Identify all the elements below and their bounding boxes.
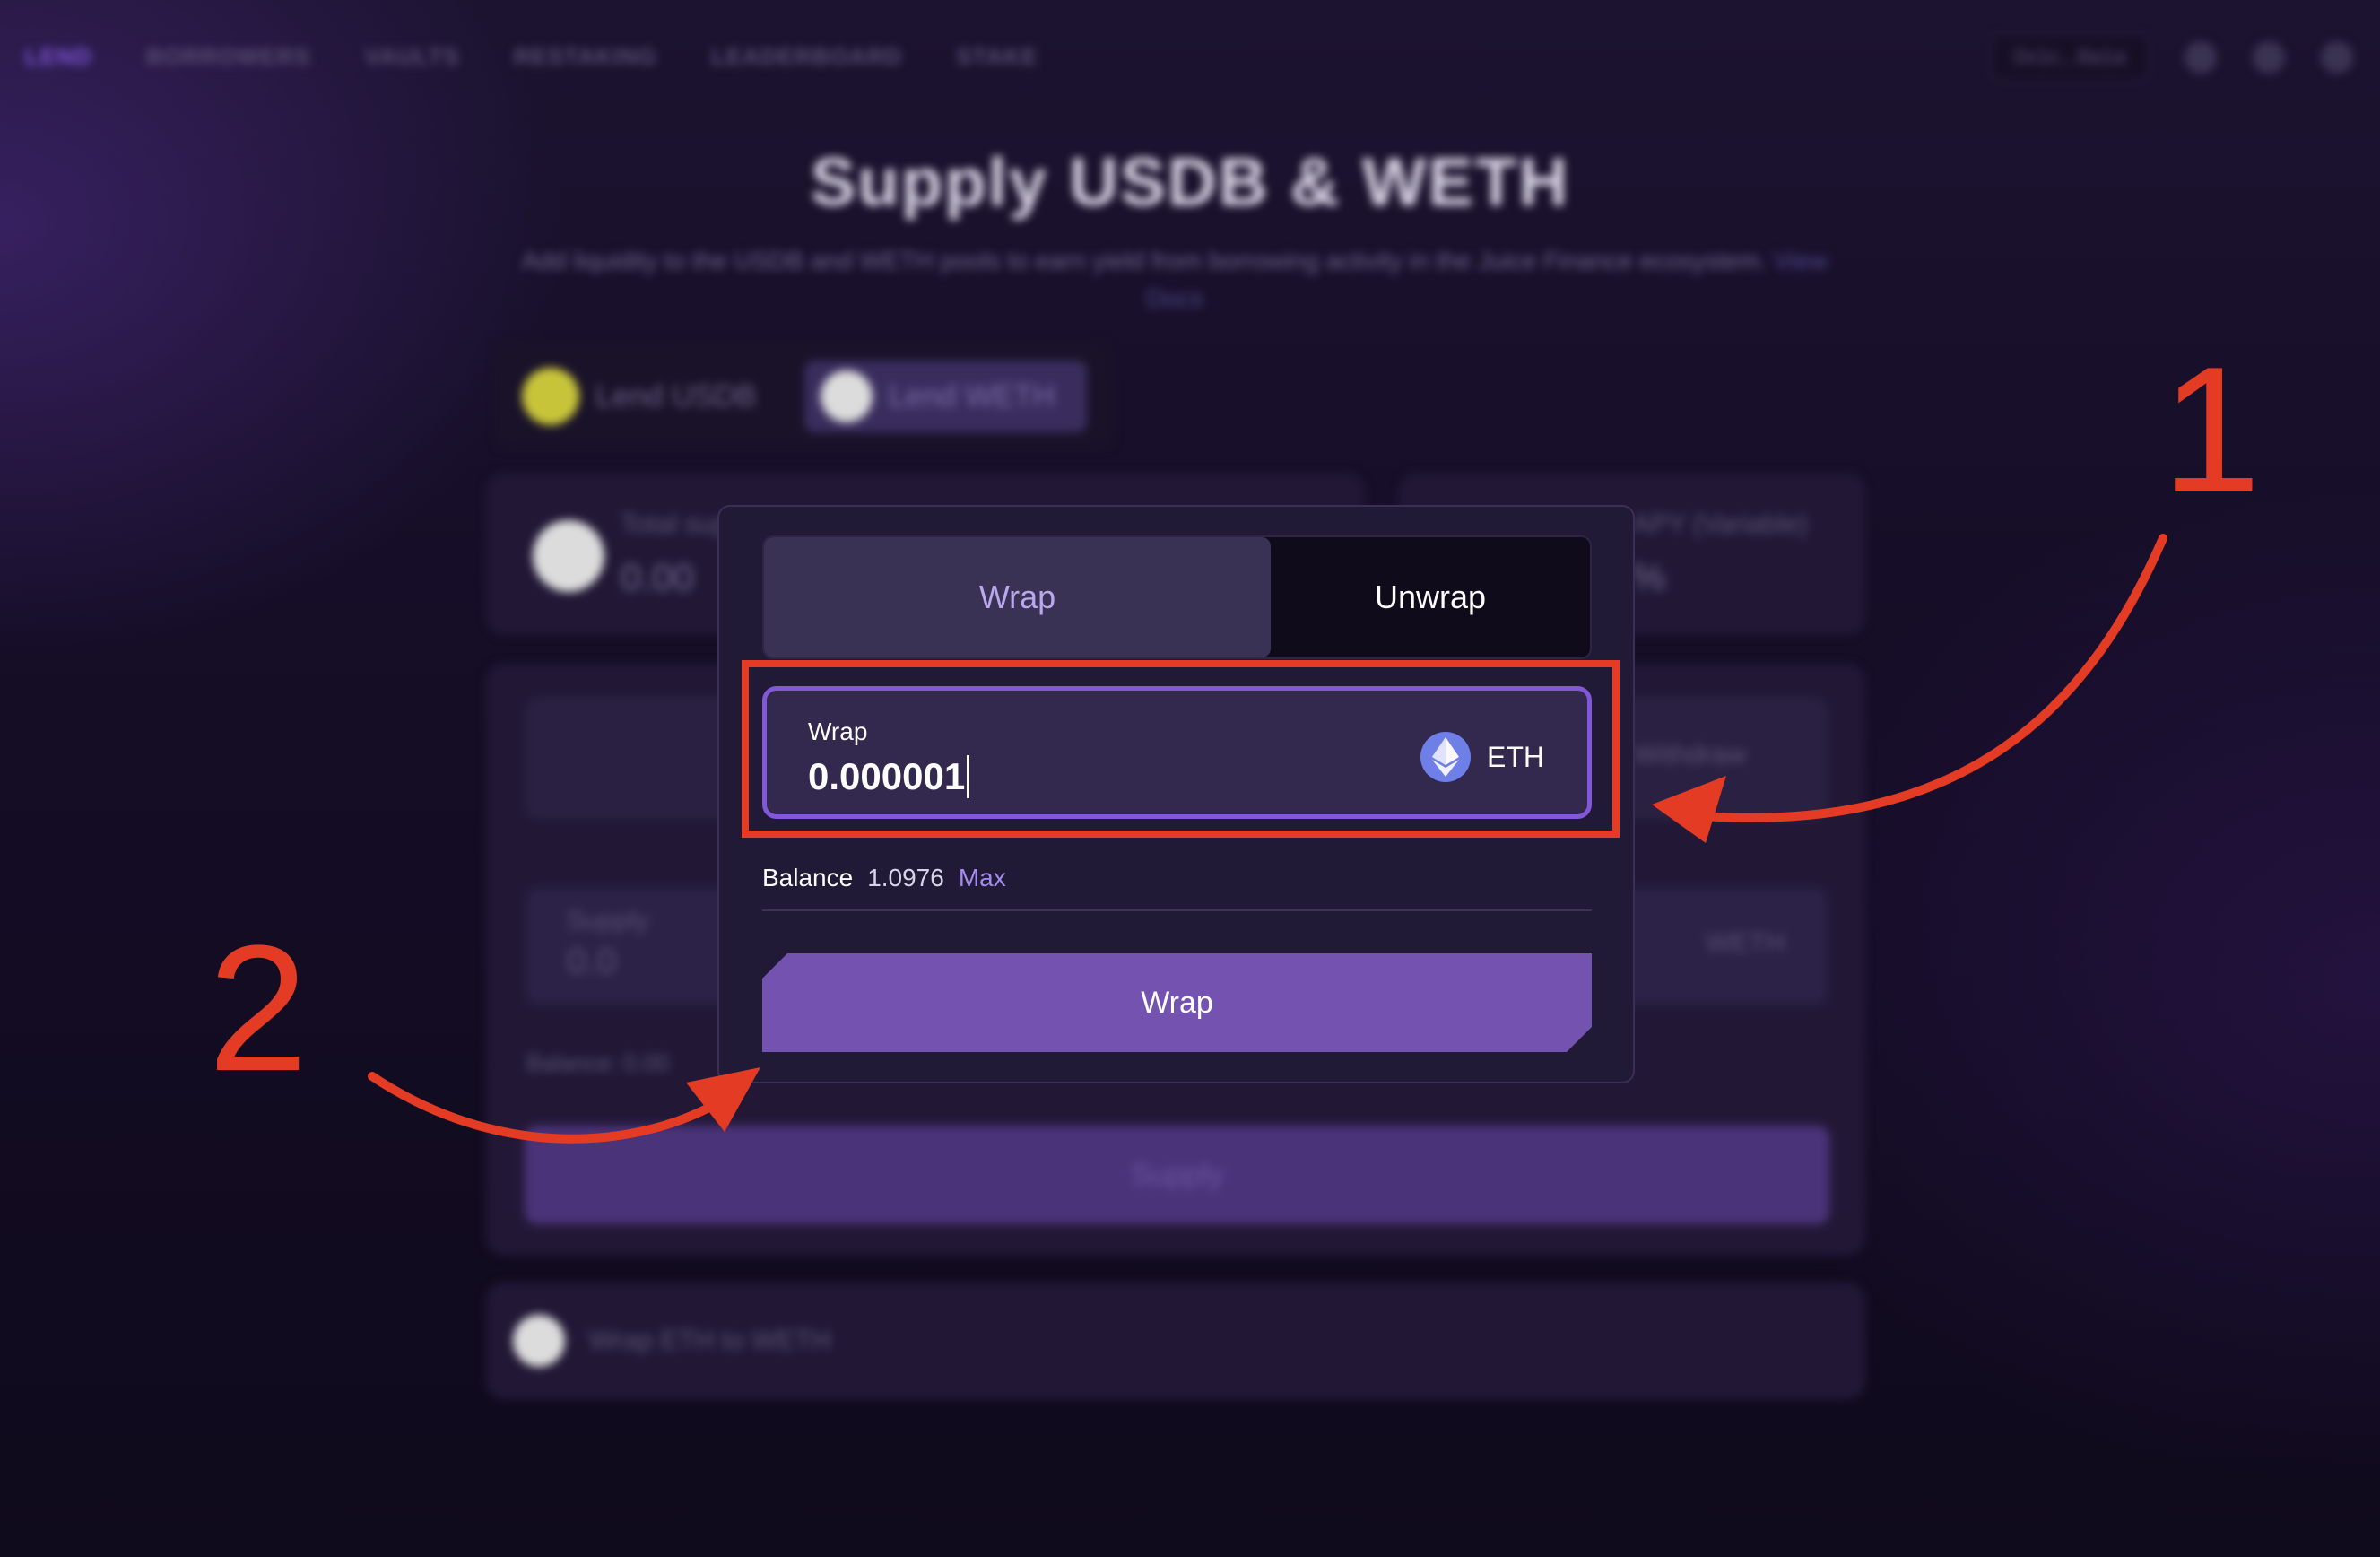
annotation-arrows xyxy=(368,534,2167,1144)
arrow-two xyxy=(368,1072,722,1144)
arrow-one xyxy=(1699,534,2167,822)
arrow-one-head xyxy=(1652,776,1726,843)
arrow-two-head xyxy=(686,1067,760,1132)
